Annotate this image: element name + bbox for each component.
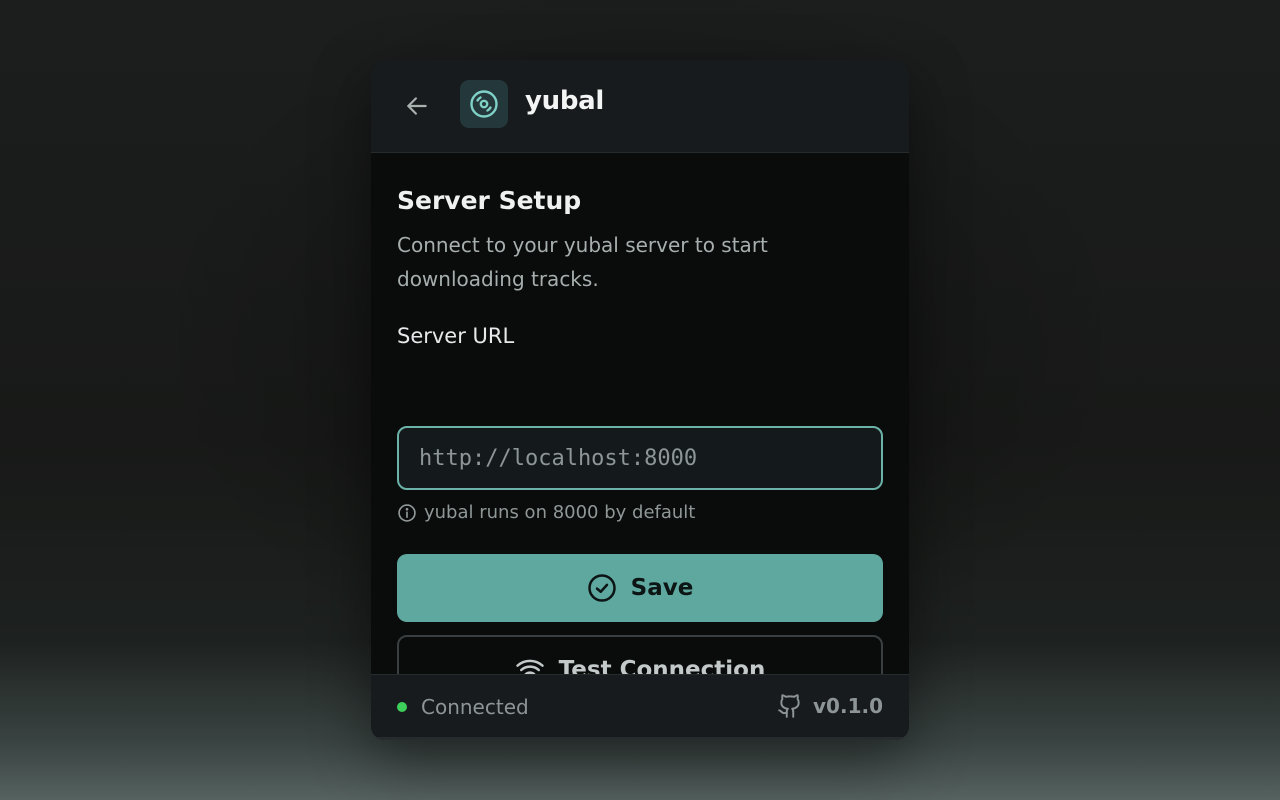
- info-icon: [397, 503, 417, 523]
- page-title: Server Setup: [397, 186, 582, 215]
- port-hint: yubal runs on 8000 by default: [397, 502, 695, 523]
- status-text: Connected: [421, 695, 529, 719]
- connection-status: Connected: [397, 695, 529, 719]
- status-dot: [397, 702, 407, 712]
- version-label: v0.1.0: [813, 694, 883, 718]
- version-info: v0.1.0: [777, 693, 883, 719]
- arrow-left-icon: [404, 93, 430, 119]
- check-circle-icon: [587, 573, 617, 603]
- save-button-label: Save: [630, 575, 694, 601]
- header: yubal: [371, 60, 909, 153]
- extension-popup: yubal Server Setup Connect to your yubal…: [371, 60, 909, 740]
- footer: Connected v0.1.0: [371, 674, 909, 740]
- disc-icon: [468, 88, 500, 120]
- save-button[interactable]: Save: [397, 554, 883, 622]
- server-url-input[interactable]: [397, 426, 883, 490]
- app-logo: [460, 80, 508, 128]
- app-name: yubal: [525, 86, 605, 116]
- server-url-label: Server URL: [397, 324, 515, 348]
- hint-text: yubal runs on 8000 by default: [424, 502, 696, 523]
- setup-description: Connect to your yubal server to start do…: [397, 233, 768, 291]
- back-button[interactable]: [399, 88, 435, 124]
- github-icon[interactable]: [777, 693, 803, 719]
